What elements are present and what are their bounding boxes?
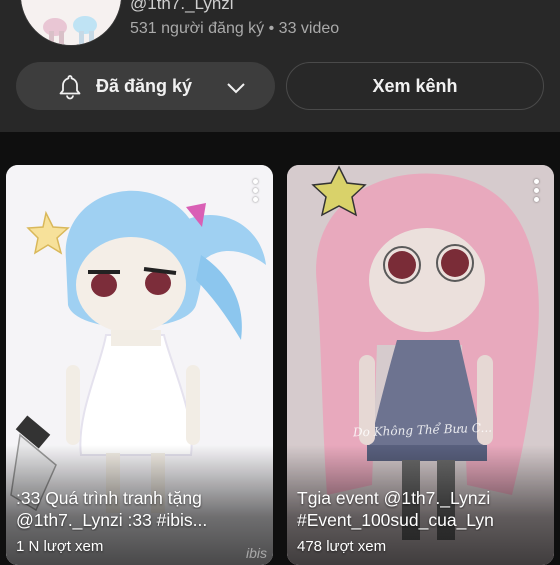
channel-handle: @1th7._Lynzi	[130, 0, 234, 13]
video-title-line-1: :33 Quá trình tranh tặng	[16, 488, 202, 508]
video-view-count: 1 N lượt xem	[16, 538, 104, 555]
more-vert-icon[interactable]	[253, 179, 259, 206]
video-card[interactable]: Do Không Thể Bưu C... Tgia event @1th7._…	[287, 165, 554, 565]
channel-avatar[interactable]	[20, 0, 122, 46]
video-view-count: 478 lượt xem	[297, 538, 387, 555]
video-title[interactable]: :33 Quá trình tranh tặng @1th7._Lynzi :3…	[16, 487, 263, 531]
video-card[interactable]: :33 Quá trình tranh tặng @1th7._Lynzi :3…	[6, 165, 273, 565]
video-title-line-2: @1th7._Lynzi :33 #ibis...	[16, 510, 208, 530]
channel-meta: 531 người đăng ký • 33 video	[130, 20, 340, 37]
video-title-line-1: Tgia event @1th7._Lynzi	[297, 488, 491, 508]
watermark: ibis	[245, 545, 267, 561]
chevron-down-icon	[226, 79, 246, 100]
subscribed-label: Đã đăng ký	[96, 76, 193, 96]
video-title-line-2: #Event_100sud_cua_Lyn	[297, 510, 494, 530]
more-vert-icon[interactable]	[534, 179, 540, 206]
subscribed-button[interactable]: Đã đăng ký	[16, 62, 275, 110]
view-channel-button[interactable]: Xem kênh	[286, 62, 544, 110]
bell-icon	[58, 74, 82, 105]
video-title[interactable]: Tgia event @1th7._Lynzi #Event_100sud_cu…	[297, 487, 544, 531]
channel-header: @1th7._Lynzi 531 người đăng ký • 33 vide…	[0, 0, 560, 132]
